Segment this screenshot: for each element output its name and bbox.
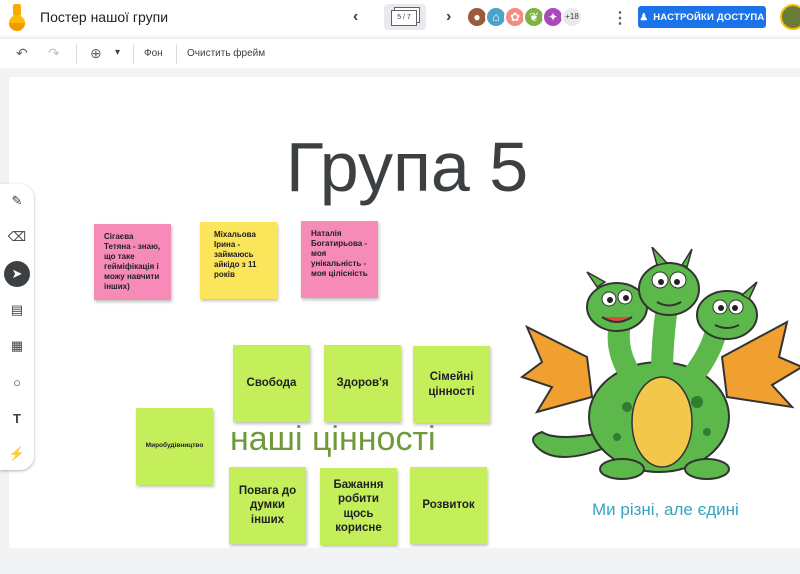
eraser-icon[interactable]: ⌫ <box>4 224 30 250</box>
background-button[interactable]: Фон <box>144 48 163 59</box>
frame-pager[interactable]: 5 / 7 <box>384 4 426 30</box>
image-icon[interactable]: ▦ <box>4 333 30 359</box>
redo-icon[interactable]: ↷ <box>48 45 60 62</box>
motto-text[interactable]: Ми різні, але єдині <box>592 500 739 520</box>
laser-icon[interactable]: ⚡ <box>4 441 30 467</box>
text-box-icon[interactable]: T <box>4 405 30 431</box>
three-headed-dragon-image[interactable] <box>517 247 800 482</box>
more-collaborators-badge[interactable]: +18 <box>561 6 583 28</box>
undo-icon[interactable]: ↶ <box>16 45 28 62</box>
sticky-note-icon[interactable]: ▤ <box>4 297 30 323</box>
sticky-note[interactable]: Міхальова Ірина - займаюсь айкідо з 11 р… <box>200 222 277 299</box>
toolbar-divider <box>176 44 177 64</box>
user-avatar[interactable] <box>780 4 800 30</box>
sticky-note[interactable]: Сігаєва Тетяна - знаю, що таке гейміфіка… <box>94 224 171 300</box>
value-sticky-note[interactable]: Миробудівництво <box>136 408 213 485</box>
bottom-margin <box>0 552 800 574</box>
chevron-down-icon[interactable]: ▾ <box>115 47 120 58</box>
toolbar: ↶ ↷ ⊕ ▾ Фон Очистить фрейм <box>0 38 800 68</box>
value-sticky-note[interactable]: Свобода <box>233 345 310 422</box>
value-sticky-note[interactable]: Повага до думки інших <box>229 467 306 544</box>
previous-frame-button[interactable]: ‹ <box>353 8 358 26</box>
value-sticky-note[interactable]: Здоров'я <box>324 345 401 422</box>
document-title[interactable]: Постер нашої групи <box>40 9 168 25</box>
toolbar-divider <box>133 44 134 64</box>
share-button[interactable]: ♟ НАСТРОЙКИ ДОСТУПА <box>638 6 766 28</box>
tool-palette: ✎ ⌫ ➤ ▤ ▦ ○ T ⚡ <box>0 184 34 470</box>
jamboard-logo-icon <box>9 4 25 31</box>
share-button-label: НАСТРОЙКИ ДОСТУПА <box>653 11 765 23</box>
more-options-icon[interactable]: ⋮ <box>612 8 628 28</box>
frame-indicator: 5 / 7 <box>391 10 417 26</box>
circle-icon[interactable]: ○ <box>4 369 30 395</box>
clear-frame-button[interactable]: Очистить фрейм <box>187 48 265 59</box>
lock-person-icon: ♟ <box>639 11 649 23</box>
collaborators[interactable]: ● ⌂ ✿ ❦ ✦ +18 <box>466 6 583 28</box>
select-icon[interactable]: ➤ <box>4 261 30 287</box>
app-header: Постер нашої групи ‹ 5 / 7 › ● ⌂ ✿ ❦ ✦ +… <box>0 0 800 36</box>
whiteboard-canvas[interactable]: Група 5 Сігаєва Тетяна - знаю, що таке г… <box>9 77 800 548</box>
value-sticky-note[interactable]: Сімейні цінності <box>413 346 490 423</box>
value-sticky-note[interactable]: Бажання робити щось корисне <box>320 468 397 545</box>
pen-icon[interactable]: ✎ <box>4 188 30 214</box>
frame-title[interactable]: Група 5 <box>267 127 547 207</box>
zoom-icon[interactable]: ⊕ <box>90 45 102 62</box>
values-label[interactable]: наші цінності <box>230 420 436 459</box>
sticky-note[interactable]: Наталія Богатирьова - моя унікальність -… <box>301 221 378 298</box>
toolbar-divider <box>76 44 77 64</box>
value-sticky-note[interactable]: Розвиток <box>410 467 487 544</box>
next-frame-button[interactable]: › <box>446 8 451 26</box>
